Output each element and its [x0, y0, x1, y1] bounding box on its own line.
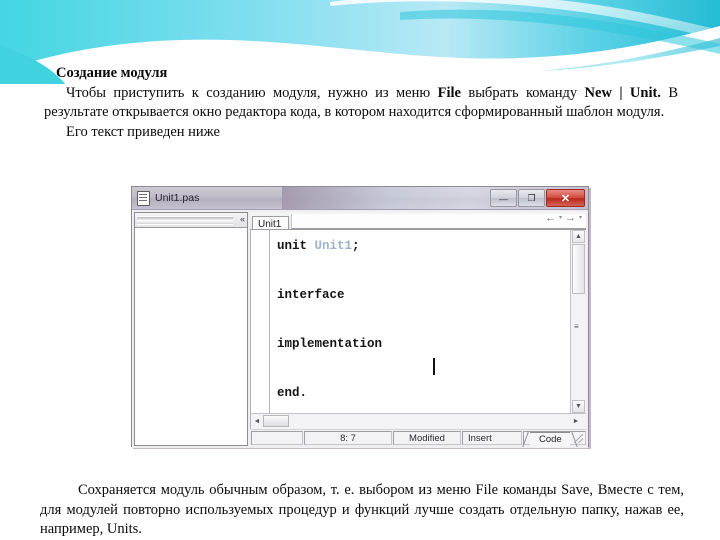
code-line-7: end.	[277, 386, 308, 400]
scroll-down-button[interactable]: ▼	[572, 400, 585, 413]
tab-strip-spacer	[291, 214, 586, 229]
pin-icon[interactable]: «	[240, 214, 245, 225]
scroll-left-icon: ◄	[253, 418, 261, 425]
close-icon: ✕	[560, 192, 571, 205]
closing-text-a: Сохраняется модуль обычным образом, т. е…	[78, 482, 476, 498]
minimize-icon: —	[499, 194, 508, 204]
status-bar: 8: 7 Modified Insert Code	[250, 429, 586, 447]
horizontal-scroll-thumb[interactable]	[263, 415, 289, 427]
structure-panel-content[interactable]	[135, 228, 247, 445]
intro-paragraph: Создание модуля Чтобы приступить к созда…	[44, 64, 678, 142]
closing-menu-file: File	[475, 482, 499, 498]
scroll-down-icon: ▼	[575, 403, 582, 410]
code-unit-name: Unit1	[314, 239, 353, 253]
intro-text-a: Чтобы приступить к созданию модуля, нужн…	[66, 84, 438, 101]
code-keyword-unit: unit	[277, 239, 315, 253]
menu-file-emphasis: File	[437, 84, 461, 101]
intro-closing-line: Его текст приведен ниже	[66, 123, 220, 140]
maximize-button[interactable]: ❐	[518, 189, 545, 207]
status-tab-code-label: Code	[539, 434, 562, 445]
structure-panel[interactable]: «	[134, 212, 248, 446]
code-semicolon: ;	[352, 239, 360, 253]
intro-text-b: выбрать команду	[460, 84, 585, 101]
horizontal-scrollbar[interactable]: ◄ ►	[250, 413, 586, 429]
window-title: Unit1.pas	[155, 192, 200, 204]
editor-split-area: « Unit1 ← ▾ → ▾ unit Unit1; interface im…	[132, 210, 588, 448]
document-icon	[137, 190, 150, 206]
editor-gutter	[251, 230, 270, 413]
closing-paragraph: Сохраняется модуль обычным образом, т. е…	[40, 481, 684, 540]
menu-new-unit-emphasis: New | Unit.	[584, 84, 661, 101]
scroll-up-button[interactable]: ▲	[572, 230, 585, 243]
text-caret	[433, 358, 435, 375]
panel-grab-rail[interactable]	[137, 215, 233, 225]
code-line-1: unit Unit1;	[277, 239, 360, 253]
code-text-surface[interactable]: unit Unit1; interface implementation end…	[270, 230, 570, 413]
vertical-scroll-thumb[interactable]	[572, 244, 585, 294]
editor-tab-strip: Unit1 ← ▾ → ▾	[250, 212, 586, 230]
nav-forward-caret-icon[interactable]: ▾	[579, 213, 582, 224]
tab-navigation: ← ▾ → ▾	[545, 213, 582, 224]
tab-unit1-label: Unit1	[258, 219, 282, 230]
nav-back-caret-icon[interactable]: ▾	[559, 213, 562, 224]
code-area: unit Unit1; interface implementation end…	[250, 230, 586, 413]
editor-column: Unit1 ← ▾ → ▾ unit Unit1; interface impl…	[250, 212, 586, 447]
scroll-up-icon: ▲	[575, 233, 582, 240]
scroll-right-icon: ►	[572, 417, 580, 425]
status-cell-empty	[251, 431, 303, 445]
status-insert-mode: Insert	[462, 431, 522, 445]
status-tab-area: Code	[523, 431, 586, 447]
scroll-marker-icon: ≡	[574, 322, 579, 331]
close-button[interactable]: ✕	[546, 189, 585, 207]
nav-back-icon[interactable]: ←	[545, 213, 556, 224]
delphi-code-editor-window: Unit1.pas — ❐ ✕ « Unit1 ← ▾ → ▾ unit Uni…	[131, 186, 589, 448]
status-tab-code[interactable]: Code	[530, 432, 570, 447]
code-line-5: implementation	[277, 337, 383, 351]
minimize-button[interactable]: —	[490, 189, 517, 207]
scroll-left-button[interactable]: ◄	[251, 416, 263, 428]
intro-body: Чтобы приступить к созданию модуля, нужн…	[44, 84, 678, 123]
maximize-icon: ❐	[527, 192, 536, 203]
tab-unit1[interactable]: Unit1	[252, 216, 290, 230]
status-modified: Modified	[393, 431, 461, 445]
window-titlebar: Unit1.pas — ❐ ✕	[132, 187, 588, 210]
nav-forward-icon[interactable]: →	[565, 213, 576, 224]
window-controls: — ❐ ✕	[489, 189, 585, 207]
code-line-3: interface	[277, 288, 345, 302]
scroll-right-button[interactable]: ►	[570, 415, 582, 427]
resize-grip-icon[interactable]	[574, 434, 583, 443]
closing-body: Сохраняется модуль обычным образом, т. е…	[40, 481, 684, 540]
section-heading: Создание модуля	[56, 65, 168, 81]
structure-panel-header: «	[135, 213, 247, 228]
status-cursor-position: 8: 7	[304, 431, 392, 445]
vertical-scrollbar[interactable]: ▲ ≡ ▼	[570, 230, 586, 413]
